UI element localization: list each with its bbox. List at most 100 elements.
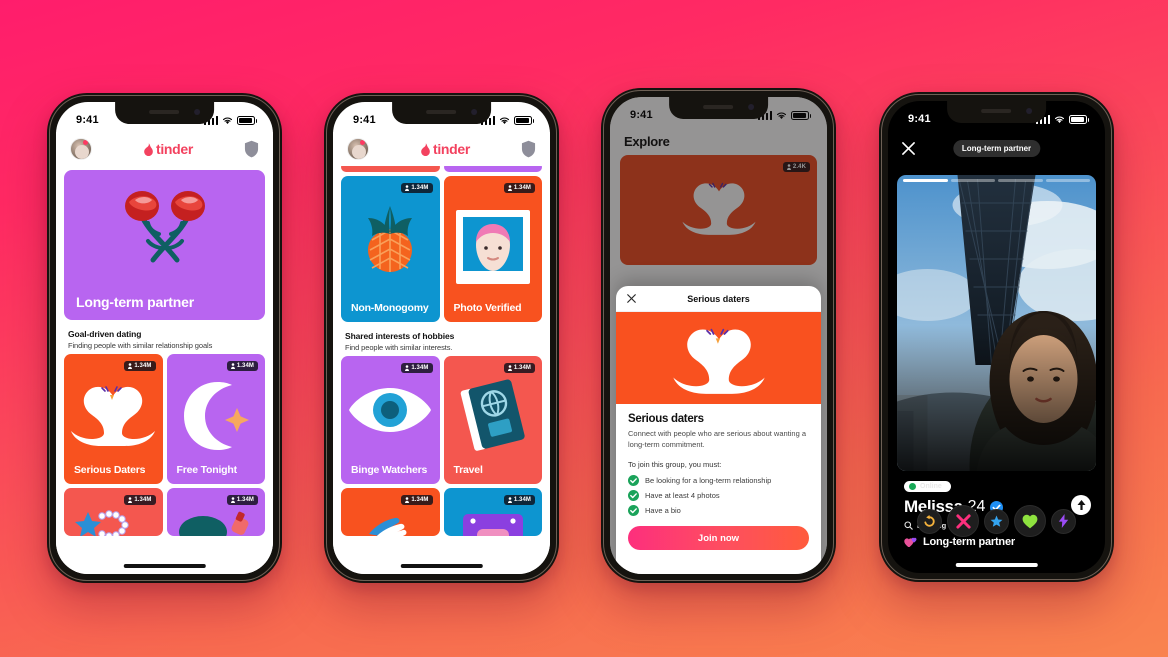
rewind-button[interactable] [917, 508, 942, 534]
member-count-badge: 1.34M [503, 495, 535, 505]
badge-count: 1.34M [411, 365, 429, 371]
badge-count: 1.34M [411, 497, 429, 503]
tile-label: Travel [453, 463, 483, 476]
section-shared-interests: Shared interests of hobbies Find people … [333, 322, 550, 356]
hero-card-title: Long-term partner [76, 294, 194, 310]
flame-icon [421, 142, 430, 156]
home-indicator [955, 563, 1038, 567]
person-icon [128, 363, 133, 369]
close-icon[interactable] [627, 294, 636, 304]
requirement-text: Have a bio [645, 506, 681, 515]
logo-wordmark: tinder [432, 141, 471, 157]
category-scroll-area[interactable]: 1.34M Non-Monogomy 1.34M Photo Verified … [333, 162, 550, 574]
hero-card-long-term-partner[interactable]: Long-term partner [64, 170, 265, 320]
section-subheading: Finding people with similar relationship… [68, 341, 213, 350]
badge-count: 1.34M [513, 365, 531, 371]
status-time: 9:41 [908, 113, 931, 125]
member-count-badge: 1.34M [124, 495, 156, 505]
flame-icon [144, 142, 153, 156]
category-grid-bottom: 1.34M Binge Watchers 1.34M Travel 1.34M … [333, 356, 550, 536]
shield-icon[interactable] [521, 140, 536, 158]
battery-icon [514, 115, 534, 125]
online-label: Online [920, 483, 942, 490]
tile-binge-watchers[interactable]: 1.34M Binge Watchers [341, 356, 440, 484]
phone-3: 9:41 Explore 2.4K Serious daters Serious… [601, 88, 836, 583]
tile-non-monogomy[interactable]: 1.34M Non-Monogomy [341, 176, 440, 322]
member-count-badge: 1.34M [401, 495, 433, 505]
notch [114, 102, 215, 124]
home-indicator [400, 564, 483, 568]
category-grid: 1.34M Serious Daters 1.34M Free Tonight … [56, 354, 273, 536]
badge-count: 1.34M [134, 497, 152, 503]
long-term-partner-tag[interactable]: Long-term partner [952, 139, 1041, 157]
requirements-intro: To join this group, you must: [628, 460, 722, 469]
nope-button[interactable] [947, 505, 979, 537]
requirement-item: Have at least 4 photos [628, 490, 809, 501]
category-grid-top: 1.34M Non-Monogomy 1.34M Photo Verified [333, 176, 550, 322]
hand-icon [341, 512, 440, 536]
phone-2: 9:41 tinder 1.34M Non-Monogomy 1.34M Pho… [324, 93, 559, 583]
app-header: tinder [333, 132, 550, 166]
photo-progress-bar[interactable] [903, 179, 1090, 182]
badge-count: 1.34M [236, 363, 254, 369]
person-icon [128, 497, 133, 503]
sheet-header: Serious daters [616, 286, 821, 313]
tile-row2-right[interactable]: 1.34M [166, 488, 266, 536]
online-status-badge: Online [904, 481, 951, 492]
moon-sparkle-icon [167, 380, 266, 452]
requirements-list: Be looking for a long-term relationship … [628, 475, 809, 516]
phone-4-screen: 9:41 Long-term partner Online Melissa 24… [888, 101, 1105, 573]
tile-serious-daters[interactable]: 1.34M Serious Daters [64, 354, 163, 484]
profile-avatar[interactable] [347, 138, 369, 160]
sheet-description: Connect with people who are serious abou… [628, 429, 807, 450]
profile-avatar[interactable] [70, 138, 92, 160]
tile-free-tonight[interactable]: 1.34M Free Tonight [166, 354, 266, 484]
section-subheading: Find people with similar interests. [345, 343, 453, 352]
profile-photo[interactable] [897, 175, 1096, 471]
member-count-badge: 1.34M [401, 183, 433, 193]
member-count-badge: 1.34M [503, 183, 535, 193]
phone-1-screen: 9:41 tinder Long-term partner Goal-drive… [56, 102, 273, 574]
close-icon[interactable] [902, 141, 915, 155]
section-heading: Goal-driven dating [68, 329, 142, 339]
swipe-action-bar [888, 505, 1105, 537]
tile-travel[interactable]: 1.34M Travel [443, 356, 542, 484]
tile-row3-left[interactable]: 1.34M [341, 488, 440, 536]
wifi-icon [1054, 116, 1065, 123]
requirement-text: Have at least 4 photos [645, 491, 720, 500]
eye-icon [341, 384, 440, 436]
requirement-item: Have a bio [628, 505, 809, 516]
tinder-logo: tinder [143, 141, 193, 157]
person-icon [230, 363, 235, 369]
notch [668, 97, 769, 119]
screenshot-stage: 9:41 tinder Long-term partner Goal-drive… [0, 0, 1168, 657]
tile-row3-right[interactable]: 1.34M [443, 488, 542, 536]
person-icon [507, 497, 512, 503]
logo-wordmark: tinder [155, 141, 194, 157]
status-time: 9:41 [76, 114, 99, 126]
tile-photo-verified[interactable]: 1.34M Photo Verified [443, 176, 542, 322]
tile-row2-left[interactable]: 1.34M [64, 488, 163, 536]
join-now-button[interactable]: Join now [628, 526, 809, 550]
member-count-badge: 1.34M [503, 363, 535, 373]
heart-icon [1022, 514, 1038, 528]
friendship-bracelet-icon [64, 508, 163, 536]
battery-icon [237, 115, 257, 125]
tinder-logo: tinder [420, 141, 470, 157]
looking-for-value-row: Long-term partner [904, 536, 1091, 548]
serious-daters-sheet: Serious daters Serious daters Connect wi… [616, 286, 821, 574]
superlike-button[interactable] [984, 508, 1009, 534]
wifi-icon [222, 117, 233, 124]
lightning-icon [1058, 514, 1069, 528]
badge-count: 1.34M [411, 185, 429, 191]
person-icon [405, 185, 410, 191]
boost-button[interactable] [1051, 508, 1076, 534]
person-icon [230, 497, 235, 503]
like-button[interactable] [1014, 505, 1046, 537]
battery-icon [1069, 114, 1089, 124]
category-scroll-area[interactable]: Long-term partner Goal-driven dating Fin… [56, 166, 273, 574]
close-x-icon [955, 513, 971, 529]
swans-heart-icon [64, 380, 163, 448]
nail-polish-icon [167, 510, 266, 536]
shield-icon[interactable] [244, 140, 259, 158]
